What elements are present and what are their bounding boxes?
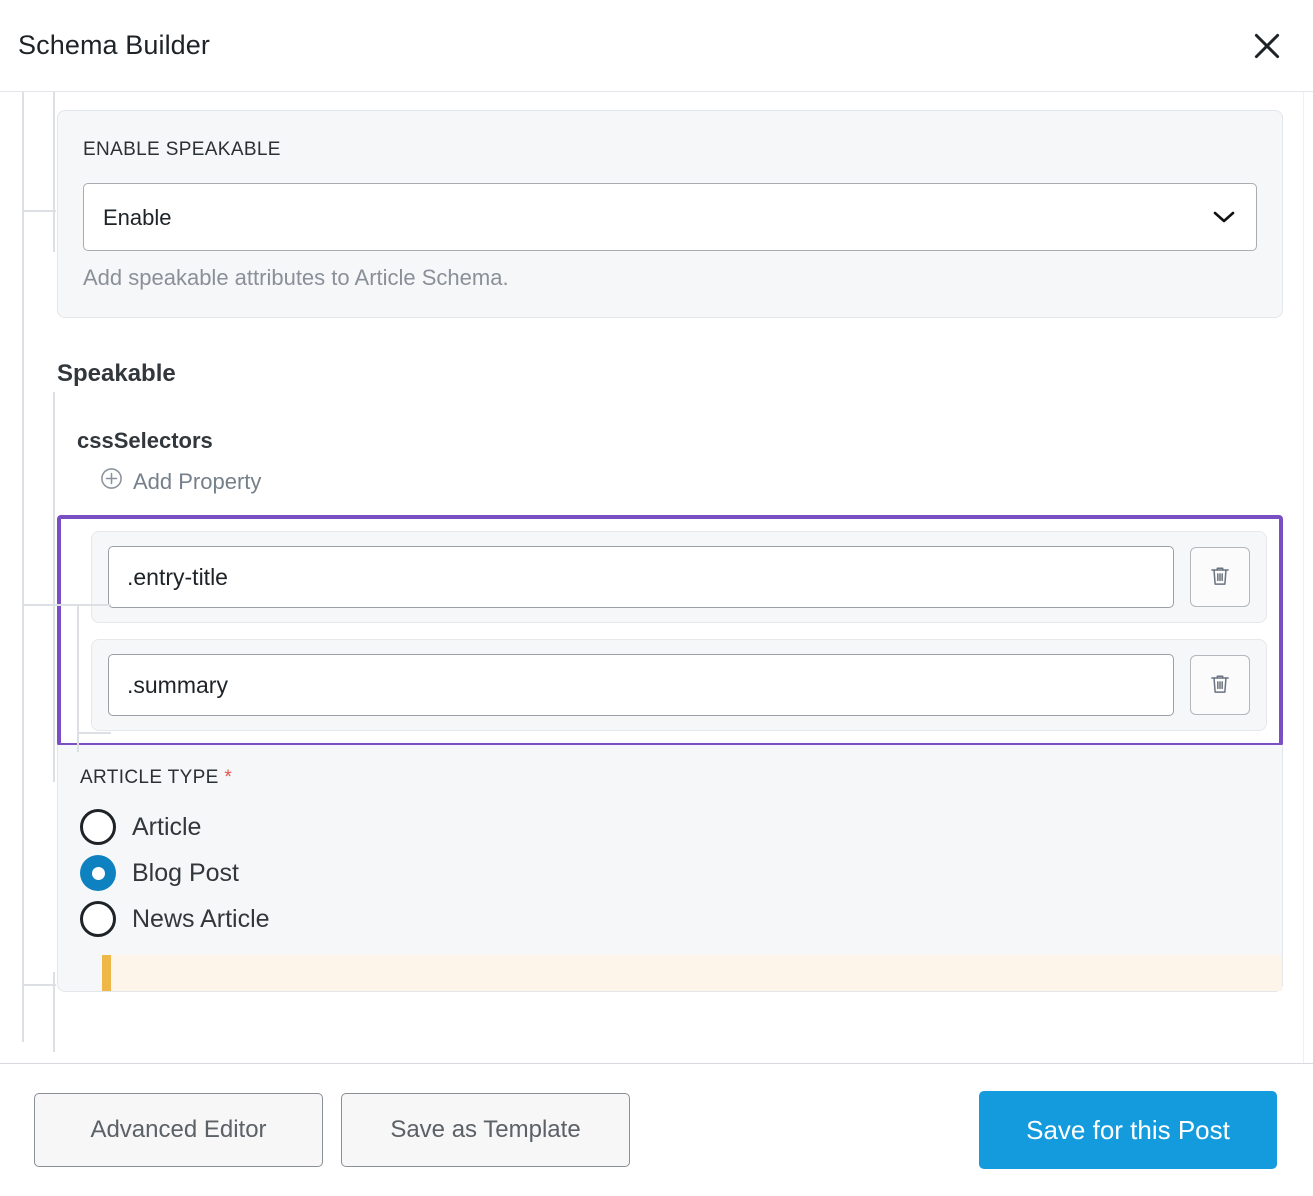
modal-footer: Advanced Editor Save as Template Save fo… bbox=[0, 1063, 1313, 1196]
article-type-panel: ARTICLE TYPE * Article Blog Post News Ar… bbox=[57, 745, 1283, 992]
enable-speakable-panel: ENABLE SPEAKABLE Enable Add speakable at… bbox=[57, 110, 1283, 318]
enable-speakable-label: ENABLE SPEAKABLE bbox=[83, 139, 281, 160]
tree-connector-selector-2 bbox=[77, 732, 111, 734]
tree-connector-selector-1 bbox=[77, 604, 111, 606]
save-as-template-button[interactable]: Save as Template bbox=[341, 1093, 630, 1167]
enable-speakable-select-wrap: Enable bbox=[83, 183, 1257, 251]
scroll-content: ENABLE SPEAKABLE Enable Add speakable at… bbox=[0, 92, 1313, 1063]
trash-icon bbox=[1207, 563, 1233, 592]
close-icon bbox=[1250, 29, 1284, 63]
radio-dot-icon bbox=[80, 901, 116, 937]
close-button[interactable] bbox=[1245, 24, 1289, 68]
tree-connector-selectors bbox=[22, 604, 78, 606]
enable-speakable-select[interactable]: Enable bbox=[83, 183, 1257, 251]
plus-circle-icon bbox=[99, 466, 124, 497]
notice-strip bbox=[102, 955, 1282, 991]
selector-row bbox=[91, 639, 1267, 731]
css-selectors-title: cssSelectors bbox=[77, 428, 213, 453]
enable-speakable-help: Add speakable attributes to Article Sche… bbox=[83, 265, 509, 290]
radio-option-article[interactable]: Article bbox=[80, 809, 1282, 845]
radio-label: News Article bbox=[132, 904, 270, 933]
delete-selector-button[interactable] bbox=[1190, 655, 1250, 715]
speakable-section-title: Speakable bbox=[57, 360, 176, 387]
article-type-label-text: ARTICLE TYPE bbox=[80, 767, 219, 788]
speakable-section: Speakable cssSelectors Add Property bbox=[57, 360, 1283, 497]
save-for-this-post-button[interactable]: Save for this Post bbox=[979, 1091, 1277, 1169]
css-selectors-group: cssSelectors Add Property bbox=[77, 428, 1283, 497]
tree-rail-speakable bbox=[53, 392, 55, 782]
tree-rail-level1 bbox=[53, 92, 55, 252]
modal-header: Schema Builder bbox=[0, 0, 1313, 92]
modal-body: ENABLE SPEAKABLE Enable Add speakable at… bbox=[0, 92, 1313, 1063]
css-selector-input[interactable] bbox=[108, 546, 1174, 608]
css-selector-input[interactable] bbox=[108, 654, 1174, 716]
tree-rail-article-type bbox=[53, 972, 55, 1052]
tree-connector-article-type bbox=[22, 984, 56, 986]
page-title: Schema Builder bbox=[18, 30, 210, 60]
tree-rail-selectors bbox=[77, 604, 79, 752]
tree-rail-root bbox=[22, 92, 24, 1042]
radio-label: Article bbox=[132, 812, 202, 841]
tree-connector-enable bbox=[22, 210, 56, 212]
trash-icon bbox=[1207, 671, 1233, 700]
add-property-button[interactable]: Add Property bbox=[99, 466, 261, 497]
delete-selector-button[interactable] bbox=[1190, 547, 1250, 607]
radio-dot-icon bbox=[80, 809, 116, 845]
radio-option-blog-post[interactable]: Blog Post bbox=[80, 855, 1282, 891]
selector-row bbox=[91, 531, 1267, 623]
required-marker: * bbox=[224, 767, 233, 788]
css-selectors-highlight bbox=[57, 515, 1283, 747]
radio-dot-selected-icon bbox=[80, 855, 116, 891]
add-property-label: Add Property bbox=[133, 468, 262, 494]
advanced-editor-button[interactable]: Advanced Editor bbox=[34, 1093, 323, 1167]
vertical-scrollbar[interactable] bbox=[1303, 92, 1313, 1063]
radio-label: Blog Post bbox=[132, 858, 240, 887]
radio-option-news-article[interactable]: News Article bbox=[80, 901, 1282, 937]
schema-builder-modal: Schema Builder ENABLE SPEAKABLE Enable A… bbox=[0, 0, 1313, 1196]
article-type-label: ARTICLE TYPE * bbox=[80, 767, 1282, 789]
